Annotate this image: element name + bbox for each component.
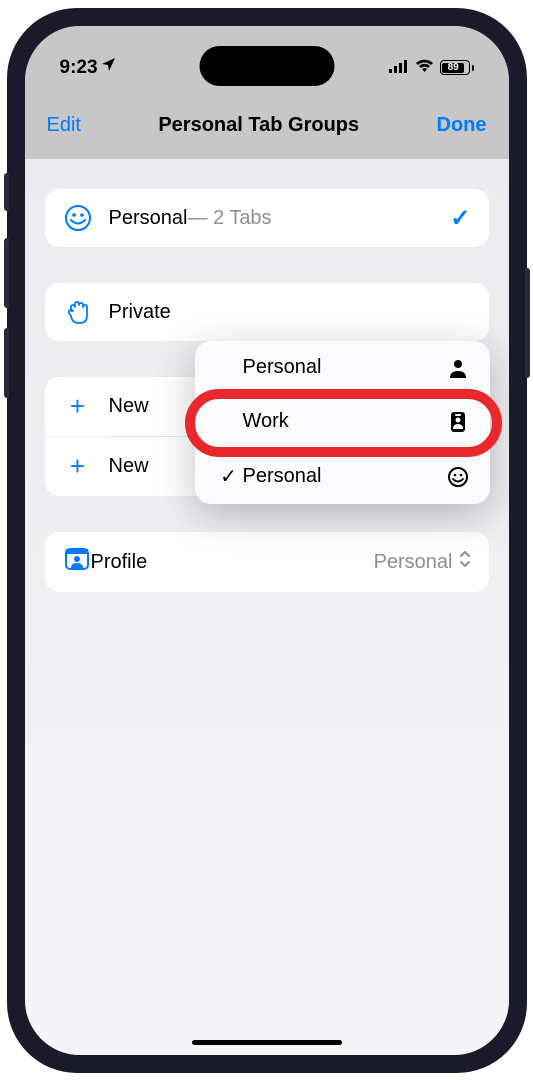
dynamic-island xyxy=(199,46,334,86)
private-label: Private xyxy=(109,301,171,324)
checkmark-icon: ✓ xyxy=(215,464,243,489)
person-icon xyxy=(446,358,470,378)
popover-item-personal[interactable]: Personal xyxy=(195,341,490,395)
content-area: Personal — 2 Tabs ✓ Private + New + New xyxy=(25,159,509,1055)
page-title: Personal Tab Groups xyxy=(158,114,359,137)
wifi-icon xyxy=(415,57,434,79)
profile-popover: Personal Work ✓ Personal xyxy=(195,341,490,504)
cellular-icon xyxy=(389,57,409,79)
new-label: New xyxy=(109,395,149,418)
volume-down-button xyxy=(4,328,9,398)
checkmark-icon: ✓ xyxy=(450,204,470,233)
popover-label: Work xyxy=(243,410,446,433)
smiley-icon xyxy=(63,203,93,233)
smiley-icon xyxy=(446,466,470,488)
popover-item-personal-active[interactable]: ✓ Personal xyxy=(195,449,490,504)
side-button xyxy=(4,173,9,211)
popover-label: Personal xyxy=(243,465,446,488)
plus-icon: + xyxy=(63,451,93,482)
power-button xyxy=(525,268,530,378)
tab-group-label: Personal xyxy=(109,207,188,230)
edit-button[interactable]: Edit xyxy=(47,114,81,137)
profile-selector[interactable]: Profile Personal xyxy=(45,532,489,592)
done-button[interactable]: Done xyxy=(437,114,487,137)
home-indicator[interactable] xyxy=(192,1040,342,1045)
plus-icon: + xyxy=(63,391,93,422)
phone-frame: 9:23 89 Edit xyxy=(7,8,527,1073)
status-time: 9:23 xyxy=(60,57,98,79)
tab-group-count: — 2 Tabs xyxy=(187,207,271,230)
popover-label: Personal xyxy=(243,356,446,379)
battery-level: 89 xyxy=(442,63,464,73)
screen: 9:23 89 Edit xyxy=(25,26,509,1055)
profile-label: Profile xyxy=(91,551,148,574)
badge-icon xyxy=(446,411,470,433)
popover-item-work[interactable]: Work xyxy=(195,395,490,449)
new-label: New xyxy=(109,455,149,478)
tab-group-private[interactable]: Private xyxy=(45,283,489,341)
updown-chevron-icon xyxy=(459,550,471,574)
volume-up-button xyxy=(4,238,9,308)
nav-header: Edit Personal Tab Groups Done xyxy=(25,91,509,159)
hand-icon xyxy=(63,297,93,327)
profile-icon xyxy=(63,546,91,578)
tab-group-personal[interactable]: Personal — 2 Tabs ✓ xyxy=(45,189,489,247)
location-icon xyxy=(101,57,117,79)
profile-value: Personal xyxy=(374,551,453,574)
battery-icon: 89 xyxy=(440,60,474,75)
